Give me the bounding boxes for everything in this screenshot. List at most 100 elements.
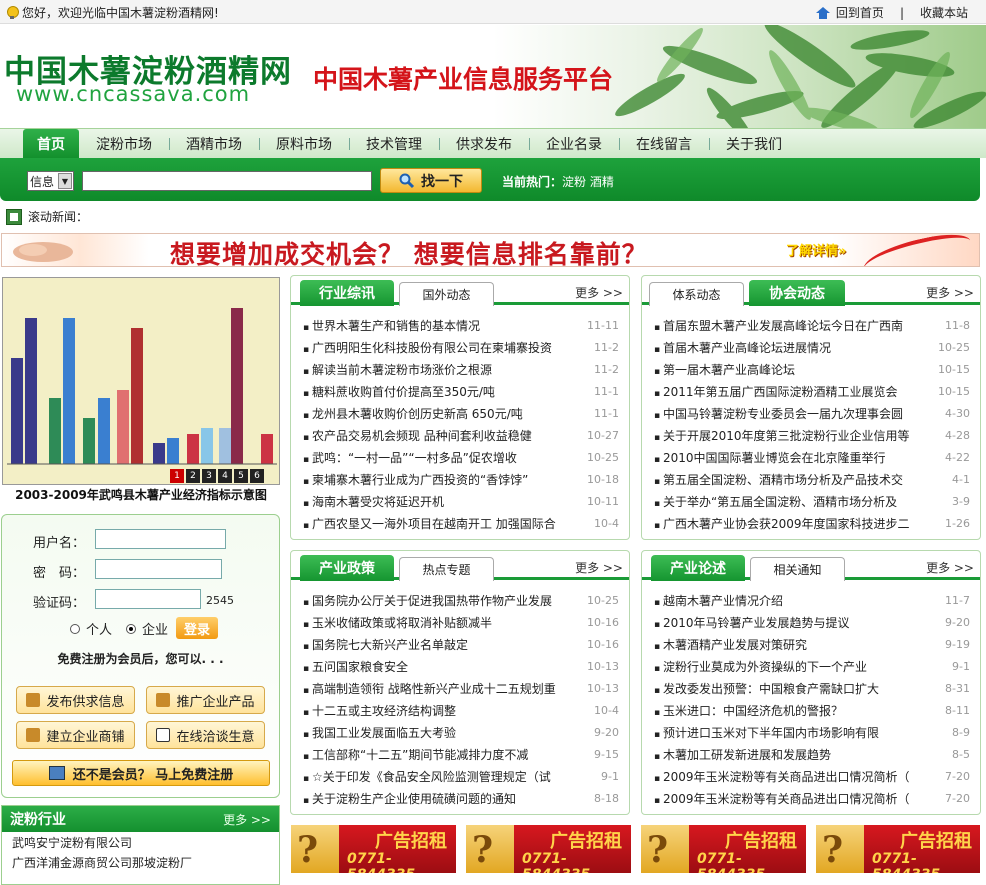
- register-button[interactable]: 还不是会员？ 马上免费注册: [12, 760, 270, 786]
- news-title[interactable]: 首届东盟木薯产业发展高峰论坛今日在广西南: [654, 317, 928, 334]
- search-button[interactable]: 找一下: [380, 168, 482, 193]
- slide-page-6[interactable]: 6: [250, 469, 264, 483]
- news-item[interactable]: 2009年玉米淀粉等有关商品进出口情况简析（ 7-20: [642, 765, 980, 787]
- news-title[interactable]: 2009年玉米淀粉等有关商品进出口情况简析（: [654, 768, 928, 785]
- tab-industry-policy[interactable]: 产业政策: [300, 555, 394, 581]
- news-title[interactable]: 2009年玉米淀粉等有关商品进出口情况简析（: [654, 790, 928, 807]
- news-title[interactable]: 高端制造领衔 战略性新兴产业成十二五规划重: [303, 680, 577, 697]
- list-item[interactable]: 武鸣安宁淀粉有限公司: [2, 832, 279, 852]
- news-item[interactable]: 预计进口玉米对下半年国内市场影响有限 8-9: [642, 721, 980, 743]
- nav-starch-market[interactable]: 淀粉市场: [79, 129, 169, 158]
- news-item[interactable]: 海南木薯受灾将延迟开机 10-11: [291, 490, 629, 512]
- more-link[interactable]: 更多 >>: [926, 559, 974, 576]
- news-title[interactable]: 柬埔寨木薯行业成为广西投资的“香饽饽”: [303, 471, 577, 488]
- news-item[interactable]: 广西明阳生化科技股份有限公司在柬埔寨投资 11-2: [291, 336, 629, 358]
- news-item[interactable]: 柬埔寨木薯行业成为广西投资的“香饽饽” 10-18: [291, 468, 629, 490]
- tab-hot-topics[interactable]: 热点专题: [399, 557, 494, 581]
- slide-page-2[interactable]: 2: [186, 469, 200, 483]
- news-title[interactable]: 第五届全国淀粉、酒精市场分析及产品技术交: [654, 471, 928, 488]
- news-title[interactable]: 武鸣：“一村一品”“一村多品”促农增收: [303, 449, 577, 466]
- news-item[interactable]: 玉米收储政策或将取消补贴额减半 10-16: [291, 611, 629, 633]
- news-title[interactable]: 越南木薯产业情况介绍: [654, 592, 928, 609]
- banner-details-link[interactable]: 了解详情»: [786, 240, 846, 259]
- news-title[interactable]: 玉米收储政策或将取消补贴额减半: [303, 614, 577, 631]
- publish-supply-button[interactable]: 发布供求信息: [16, 686, 135, 714]
- news-item[interactable]: 越南木薯产业情况介绍 11-7: [642, 589, 980, 611]
- news-title[interactable]: 农产品交易机会频现 品种间套利收益稳健: [303, 427, 577, 444]
- slide-page-4[interactable]: 4: [218, 469, 232, 483]
- nav-raw-material-market[interactable]: 原料市场: [259, 129, 349, 158]
- ad-slot-3[interactable]: ? 广告招租0771-5844335: [641, 825, 806, 873]
- dropdown-arrow-icon[interactable]: ▼: [58, 173, 72, 189]
- starch-industry-more[interactable]: 更多 >>: [223, 811, 271, 828]
- news-title[interactable]: 2011年第五届广西国际淀粉酒精工业展览会: [654, 383, 928, 400]
- username-input[interactable]: [95, 529, 226, 549]
- news-title[interactable]: 广西明阳生化科技股份有限公司在柬埔寨投资: [303, 339, 577, 356]
- nav-home[interactable]: 首页: [23, 129, 79, 158]
- tab-industry-news[interactable]: 行业综讯: [300, 280, 394, 306]
- nav-about-us[interactable]: 关于我们: [709, 129, 799, 158]
- news-item[interactable]: 高端制造领衔 战略性新兴产业成十二五规划重 10-13: [291, 677, 629, 699]
- news-title[interactable]: 预计进口玉米对下半年国内市场影响有限: [654, 724, 928, 741]
- slideshow-caption[interactable]: 2003-2009年武鸣县木薯产业经济指标示意图: [2, 486, 280, 503]
- news-item[interactable]: 发改委发出预警：中国粮食产需缺口扩大 8-31: [642, 677, 980, 699]
- news-item[interactable]: 国务院七大新兴产业名单敲定 10-16: [291, 633, 629, 655]
- news-title[interactable]: 工信部称“十二五”期间节能减排力度不减: [303, 746, 577, 763]
- news-item[interactable]: 木薯酒精产业发展对策研究 9-19: [642, 633, 980, 655]
- radio-company[interactable]: [126, 623, 137, 634]
- list-item[interactable]: 广西洋浦金源商贸公司那坡淀粉厂: [2, 852, 279, 872]
- ad-slot-2[interactable]: ? 广告招租0771-5844335: [466, 825, 631, 873]
- tab-industry-discussion[interactable]: 产业论述: [651, 555, 745, 581]
- hot-items[interactable]: 淀粉 酒精: [562, 175, 614, 189]
- news-title[interactable]: 第一届木薯产业高峰论坛: [654, 361, 928, 378]
- news-item[interactable]: 工信部称“十二五”期间节能减排力度不减 9-15: [291, 743, 629, 765]
- nav-online-message[interactable]: 在线留言: [619, 129, 709, 158]
- news-item[interactable]: 武鸣：“一村一品”“一村多品”促农增收 10-25: [291, 446, 629, 468]
- news-item[interactable]: 农产品交易机会频现 品种间套利收益稳健 10-27: [291, 424, 629, 446]
- news-item[interactable]: 国务院办公厅关于促进我国热带作物产业发展 10-25: [291, 589, 629, 611]
- online-talk-button[interactable]: 在线洽谈生意: [146, 721, 265, 749]
- news-item[interactable]: 中国马铃薯淀粉专业委员会一届九次理事会圆 4-30: [642, 402, 980, 424]
- tab-related-notices[interactable]: 相关通知: [750, 557, 845, 581]
- nav-alcohol-market[interactable]: 酒精市场: [169, 129, 259, 158]
- news-item[interactable]: 十二五或主攻经济结构调整 10-4: [291, 699, 629, 721]
- news-title[interactable]: 2010中国国际薯业博览会在北京隆重举行: [654, 449, 928, 466]
- news-item[interactable]: 广西农垦又一海外项目在越南开工 加强国际合 10-4: [291, 512, 629, 534]
- news-item[interactable]: 五问国家粮食安全 10-13: [291, 655, 629, 677]
- slide-page-5[interactable]: 5: [234, 469, 248, 483]
- news-item[interactable]: 2010中国国际薯业博览会在北京隆重举行 4-22: [642, 446, 980, 468]
- news-title[interactable]: 淀粉行业莫成为外资操纵的下一个产业: [654, 658, 928, 675]
- search-input[interactable]: [82, 171, 372, 191]
- slideshow-image[interactable]: [2, 277, 280, 485]
- news-title[interactable]: 关于开展2010年度第三批淀粉行业企业信用等: [654, 427, 928, 444]
- news-title[interactable]: 十二五或主攻经济结构调整: [303, 702, 577, 719]
- news-title[interactable]: 糖料蔗收购首付价提高至350元/吨: [303, 383, 577, 400]
- news-item[interactable]: 2011年第五届广西国际淀粉酒精工业展览会 10-15: [642, 380, 980, 402]
- news-title[interactable]: 发改委发出预警：中国粮食产需缺口扩大: [654, 680, 928, 697]
- captcha-input[interactable]: [95, 589, 201, 609]
- login-button[interactable]: 登录: [176, 617, 218, 639]
- news-item[interactable]: 糖料蔗收购首付价提高至350元/吨 11-1: [291, 380, 629, 402]
- more-link[interactable]: 更多 >>: [926, 284, 974, 301]
- more-link[interactable]: 更多 >>: [575, 284, 623, 301]
- news-title[interactable]: 国务院七大新兴产业名单敲定: [303, 636, 577, 653]
- news-item[interactable]: ☆关于印发《食品安全风险监测管理规定（试 9-1: [291, 765, 629, 787]
- slide-page-3[interactable]: 3: [202, 469, 216, 483]
- news-item[interactable]: 关于淀粉生产企业使用硫磺问题的通知 8-18: [291, 787, 629, 809]
- news-item[interactable]: 第五届全国淀粉、酒精市场分析及产品技术交 4-1: [642, 468, 980, 490]
- news-item[interactable]: 解读当前木薯淀粉市场涨价之根源 11-2: [291, 358, 629, 380]
- news-title[interactable]: 关于淀粉生产企业使用硫磺问题的通知: [303, 790, 577, 807]
- news-item[interactable]: 世界木薯生产和销售的基本情况 11-11: [291, 314, 629, 336]
- news-title[interactable]: 2010年马铃薯产业发展趋势与提议: [654, 614, 928, 631]
- more-link[interactable]: 更多 >>: [575, 559, 623, 576]
- password-input[interactable]: [95, 559, 222, 579]
- news-title[interactable]: 木薯加工研发新进展和发展趋势: [654, 746, 928, 763]
- news-title[interactable]: 广西农垦又一海外项目在越南开工 加强国际合: [303, 515, 577, 532]
- nav-tech-management[interactable]: 技术管理: [349, 129, 439, 158]
- radio-personal[interactable]: [70, 623, 80, 634]
- news-title[interactable]: ☆关于印发《食品安全风险监测管理规定（试: [303, 768, 577, 785]
- news-item[interactable]: 2009年玉米淀粉等有关商品进出口情况简析（ 7-20: [642, 787, 980, 809]
- news-title[interactable]: 解读当前木薯淀粉市场涨价之根源: [303, 361, 577, 378]
- news-title[interactable]: 龙州县木薯收购价创历史新高 650元/吨: [303, 405, 577, 422]
- news-item[interactable]: 我国工业发展面临五大考验 9-20: [291, 721, 629, 743]
